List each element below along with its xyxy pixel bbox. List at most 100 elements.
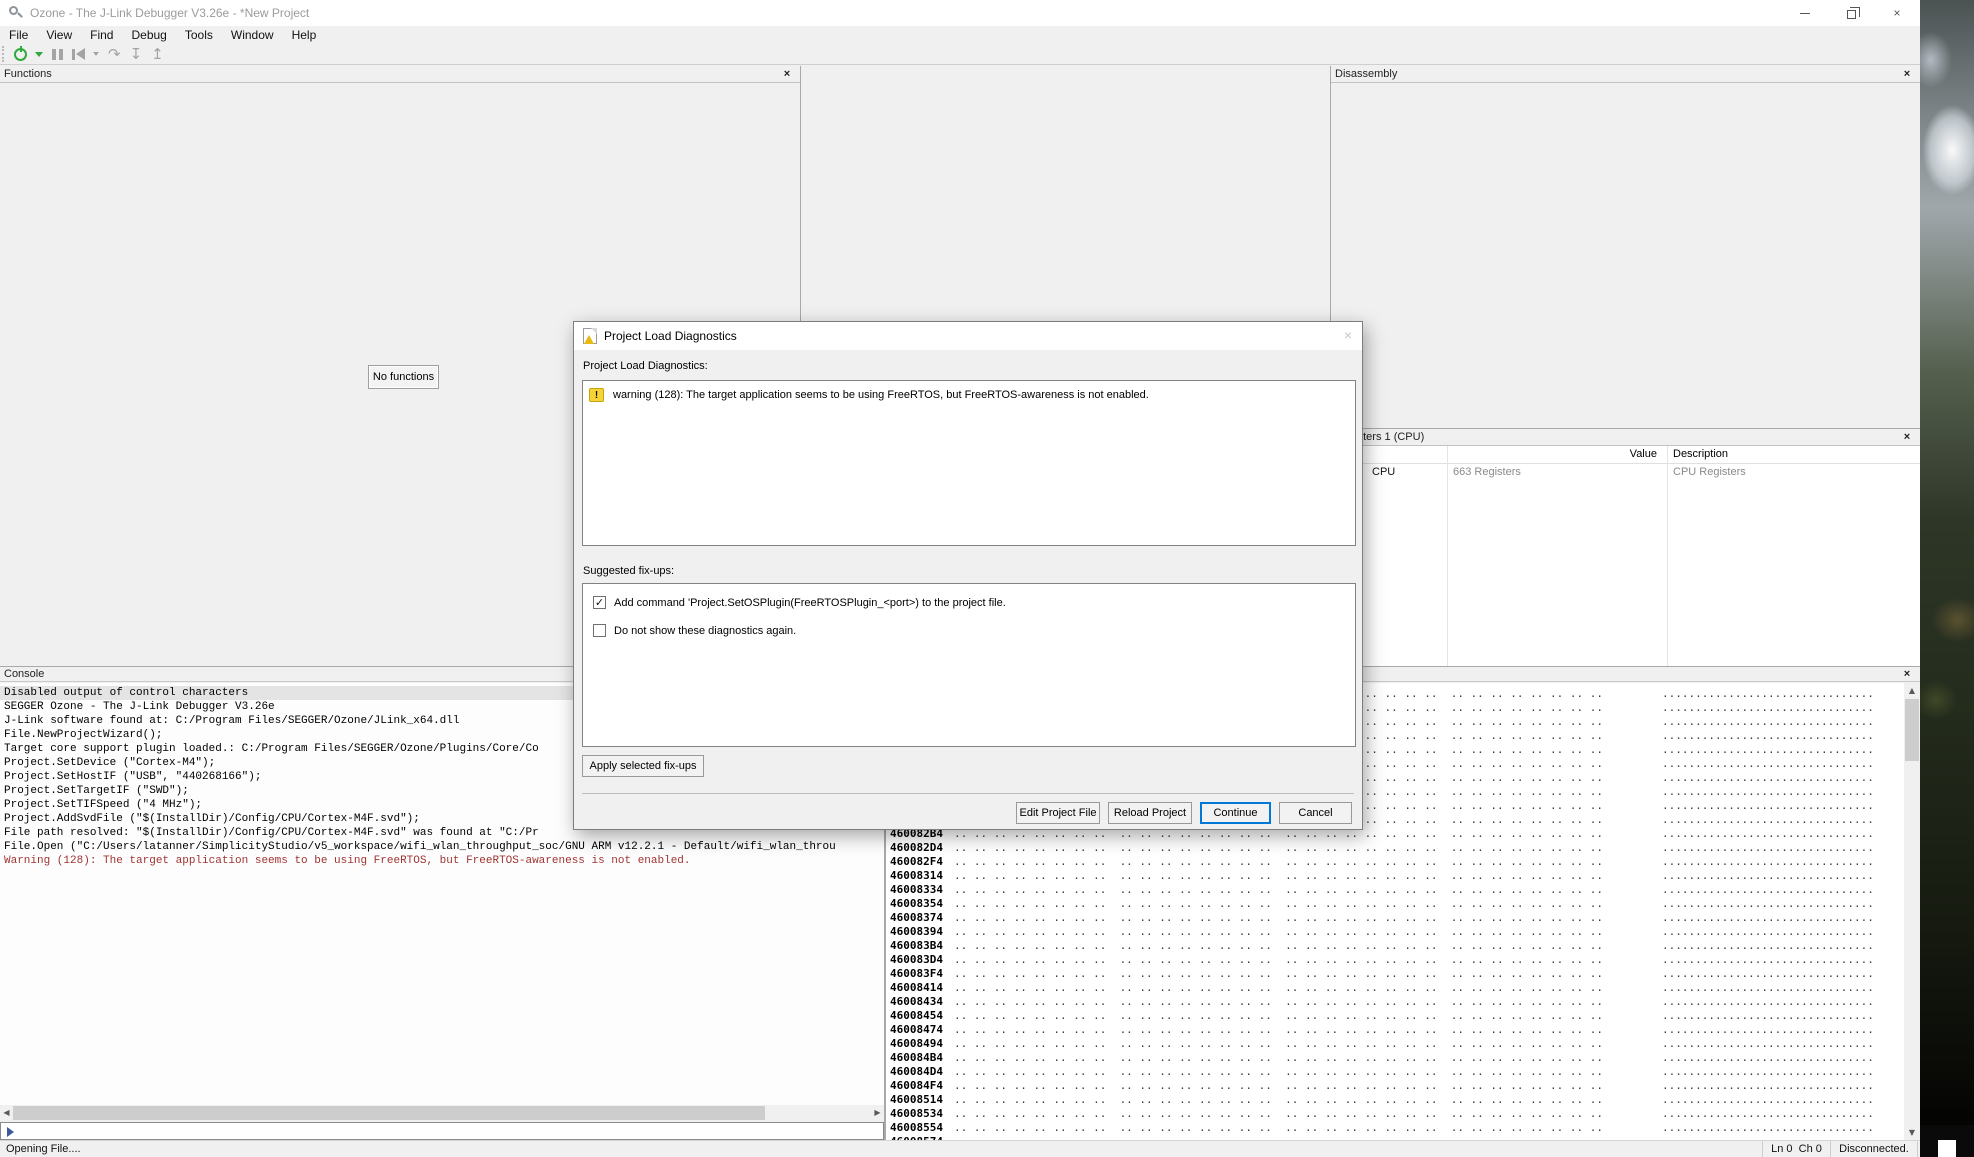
fixup-dont-show-row[interactable]: Do not show these diagnostics again. xyxy=(593,624,796,637)
memory-hex-bytes: .. .. .. .. .. .. .. .. .. .. .. .. .. .… xyxy=(954,1037,1603,1050)
pause-icon xyxy=(52,49,63,60)
edit-project-file-button[interactable]: Edit Project File xyxy=(1016,802,1100,824)
checkbox-unchecked-icon[interactable] xyxy=(593,624,606,637)
memory-address: 46008314 xyxy=(890,869,954,883)
power-dropdown-button[interactable] xyxy=(33,45,43,63)
memory-hex-bytes: .. .. .. .. .. .. .. .. .. .. .. .. .. .… xyxy=(954,1107,1603,1120)
memory-hex-bytes: .. .. .. .. .. .. .. .. .. .. .. .. .. .… xyxy=(954,995,1603,1008)
fixup-add-command-row[interactable]: ✓ Add command 'Project.SetOSPlugin(FreeR… xyxy=(593,596,1006,609)
memory-ascii: ................................ xyxy=(1662,1065,1874,1079)
memory-hex-bytes: .. .. .. .. .. .. .. .. .. .. .. .. .. .… xyxy=(954,953,1603,966)
step-back-icon xyxy=(72,48,85,60)
memory-address: 46008334 xyxy=(890,883,954,897)
run-to-button[interactable]: ↷ xyxy=(108,45,121,63)
scrollbar-thumb[interactable] xyxy=(13,1106,765,1120)
menu-item-help[interactable]: Help xyxy=(283,26,326,44)
scroll-right-icon[interactable]: ▶ xyxy=(871,1105,884,1121)
memory-ascii: ................................ xyxy=(1662,771,1874,785)
scrollbar-thumb[interactable] xyxy=(1905,699,1919,761)
close-button[interactable]: × xyxy=(1874,0,1920,26)
registers-close-button[interactable]: × xyxy=(1900,430,1914,444)
toolbar-grip[interactable] xyxy=(2,46,6,62)
memory-address: 46008414 xyxy=(890,981,954,995)
memory-row: 460083D4.. .. .. .. .. .. .. .. .. .. ..… xyxy=(886,953,1904,967)
menu-item-window[interactable]: Window xyxy=(222,26,283,44)
step-out-button[interactable]: ↥ xyxy=(151,45,164,63)
status-message: Opening File.... xyxy=(6,1143,81,1155)
reload-project-button[interactable]: Reload Project xyxy=(1108,802,1192,824)
memory-hex-bytes: .. .. .. .. .. .. .. .. .. .. .. .. .. .… xyxy=(954,841,1603,854)
menu-item-find[interactable]: Find xyxy=(81,26,122,44)
console-dock-close-button[interactable]: × xyxy=(1900,667,1914,681)
memory-ascii: ................................ xyxy=(1662,967,1874,981)
memory-hex-bytes: .. .. .. .. .. .. .. .. .. .. .. .. .. .… xyxy=(954,967,1603,980)
fixups-label: Suggested fix-ups: xyxy=(583,565,674,577)
memory-ascii: ................................ xyxy=(1662,715,1874,729)
memory-ascii: ................................ xyxy=(1662,729,1874,743)
memory-ascii: ................................ xyxy=(1662,813,1874,827)
fixups-list: ✓ Add command 'Project.SetOSPlugin(FreeR… xyxy=(582,583,1356,747)
memory-ascii: ................................ xyxy=(1662,995,1874,1009)
memory-ascii: ................................ xyxy=(1662,1037,1874,1051)
checkbox-checked-icon[interactable]: ✓ xyxy=(593,596,606,609)
register-row-cpu[interactable]: CPU 663 Registers CPU Registers xyxy=(1331,464,1920,482)
dialog-close-icon: × xyxy=(1344,327,1352,343)
memory-ascii: ................................ xyxy=(1662,953,1874,967)
memory-ascii: ................................ xyxy=(1662,855,1874,869)
memory-row: 46008494.. .. .. .. .. .. .. .. .. .. ..… xyxy=(886,1037,1904,1051)
power-button[interactable] xyxy=(14,45,27,63)
step-into-button[interactable]: ↧ xyxy=(130,45,143,63)
dialog-separator xyxy=(582,793,1354,794)
scroll-down-icon[interactable]: ▼ xyxy=(1904,1125,1920,1140)
memory-row: 46008474.. .. .. .. .. .. .. .. .. .. ..… xyxy=(886,1023,1904,1037)
memory-ascii: ................................ xyxy=(1662,757,1874,771)
diagnostics-label: Project Load Diagnostics: xyxy=(583,360,708,372)
restore-button[interactable] xyxy=(1828,0,1874,26)
minimize-icon xyxy=(1800,13,1810,14)
disassembly-close-button[interactable]: × xyxy=(1900,67,1914,81)
menu-item-file[interactable]: File xyxy=(0,26,37,44)
scroll-up-icon[interactable]: ▲ xyxy=(1904,683,1920,698)
memory-ascii: ................................ xyxy=(1662,911,1874,925)
console-hscrollbar[interactable]: ◀ ▶ xyxy=(0,1105,884,1121)
registers-panel: Registers 1 (CPU) × Value Description CP… xyxy=(1331,428,1920,666)
memory-row: 46008514.. .. .. .. .. .. .. .. .. .. ..… xyxy=(886,1093,1904,1107)
menu-item-debug[interactable]: Debug xyxy=(122,26,175,44)
registers-column-header: Value Description xyxy=(1331,446,1920,464)
pause-button[interactable] xyxy=(52,45,63,63)
step-back-button[interactable] xyxy=(72,45,85,63)
memory-address: 46008454 xyxy=(890,1009,954,1023)
apply-fixups-button[interactable]: Apply selected fix-ups xyxy=(582,755,704,777)
memory-ascii: ................................ xyxy=(1662,799,1874,813)
status-connection: Disconnected. xyxy=(1830,1141,1917,1157)
memory-row: 46008414.. .. .. .. .. .. .. .. .. .. ..… xyxy=(886,981,1904,995)
console-line[interactable]: File.Open ("C:/Users/latanner/Simplicity… xyxy=(0,840,884,854)
memory-row: 460084B4.. .. .. .. .. .. .. .. .. .. ..… xyxy=(886,1051,1904,1065)
project-load-diagnostics-dialog: Project Load Diagnostics × Project Load … xyxy=(573,321,1363,830)
functions-close-button[interactable]: × xyxy=(780,67,794,81)
dialog-title-bar: Project Load Diagnostics × xyxy=(574,322,1362,350)
scroll-left-icon[interactable]: ◀ xyxy=(0,1105,13,1121)
menu-item-tools[interactable]: Tools xyxy=(176,26,222,44)
memory-address: 46008494 xyxy=(890,1037,954,1051)
memory-hex-bytes: .. .. .. .. .. .. .. .. .. .. .. .. .. .… xyxy=(954,1051,1603,1064)
console-line[interactable]: Warning (128): The target application se… xyxy=(0,854,884,868)
cancel-button[interactable]: Cancel xyxy=(1279,802,1352,824)
memory-ascii: ................................ xyxy=(1662,1079,1874,1093)
memory-hex-bytes: .. .. .. .. .. .. .. .. .. .. .. .. .. .… xyxy=(954,883,1603,896)
menu-item-view[interactable]: View xyxy=(37,26,81,44)
memory-ascii: ................................ xyxy=(1662,925,1874,939)
warning-list-item[interactable]: ! warning (128): The target application … xyxy=(589,388,1149,402)
register-name: CPU xyxy=(1372,466,1395,478)
value-column-header: Value xyxy=(1447,448,1667,460)
memory-address: 460084B4 xyxy=(890,1051,954,1065)
console-command-input[interactable] xyxy=(0,1122,884,1140)
memory-row: 46008534.. .. .. .. .. .. .. .. .. .. ..… xyxy=(886,1107,1904,1121)
disassembly-panel-header: Disassembly × xyxy=(1331,66,1920,83)
minimize-button[interactable] xyxy=(1782,0,1828,26)
memory-scrollbar[interactable]: ▲ ▼ xyxy=(1904,683,1920,1140)
diagnostics-list: ! warning (128): The target application … xyxy=(582,380,1356,546)
memory-address: 460082F4 xyxy=(890,855,954,869)
step-back-dropdown-button[interactable] xyxy=(91,45,99,63)
continue-button[interactable]: Continue xyxy=(1200,802,1271,824)
